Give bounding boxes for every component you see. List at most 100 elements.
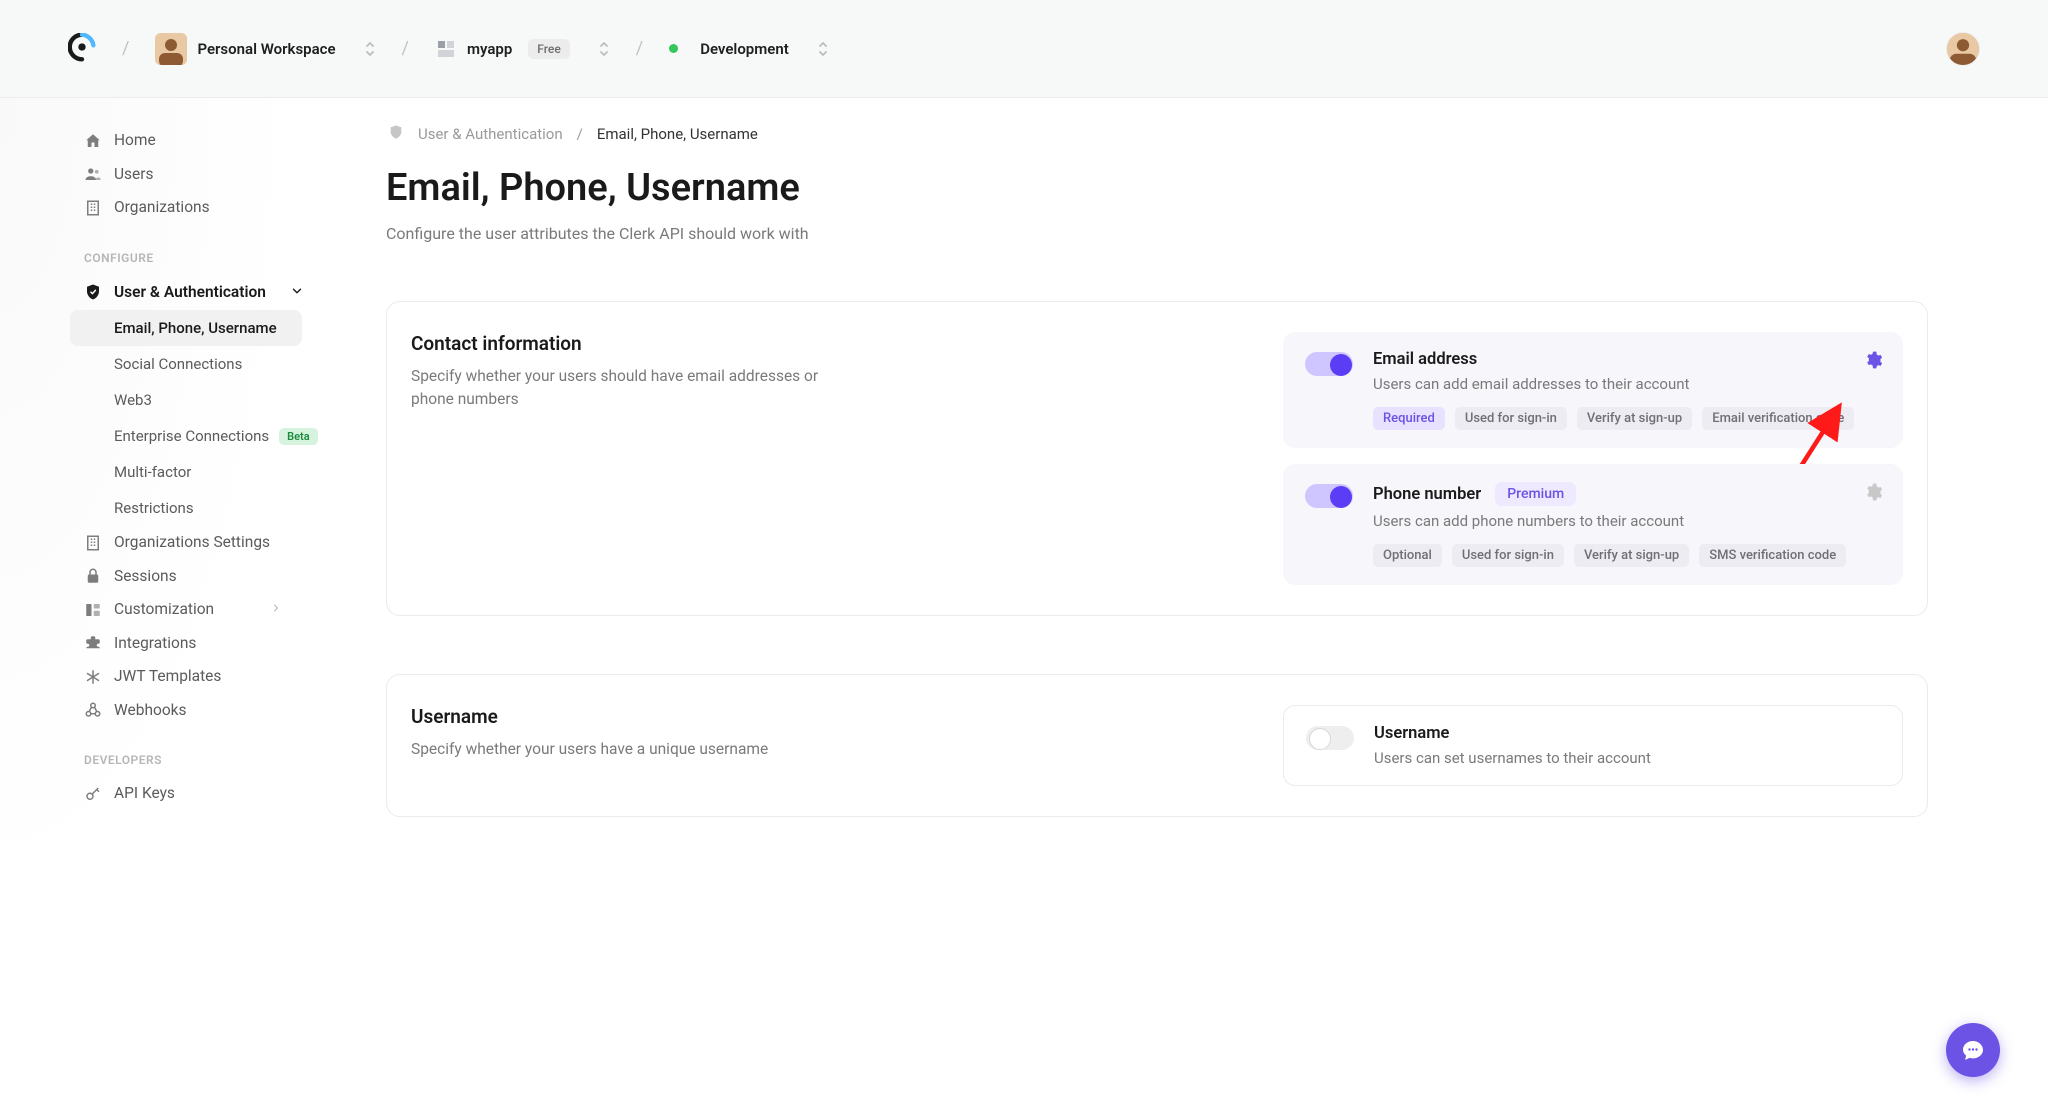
key-icon (84, 785, 102, 803)
sidebar-item-label: Organizations (84, 200, 210, 216)
phone-settings-gear[interactable] (1863, 482, 1883, 506)
workspace-selector[interactable]: Personal Workspace (155, 33, 375, 65)
sidebar-item-home[interactable]: Home (0, 124, 372, 158)
sidebar-sub-label: Multi-factor (114, 463, 191, 481)
email-setting-tile: Email address Users can add email addres… (1283, 332, 1903, 448)
content: User & Authentication / Email, Phone, Us… (372, 98, 2048, 1119)
building-icon (84, 199, 102, 217)
sidebar-sub-email-phone-username[interactable]: Email, Phone, Username (70, 310, 302, 346)
env-selector[interactable]: Development (669, 40, 829, 58)
page-subtitle: Configure the user attributes the Clerk … (386, 224, 1928, 243)
status-dot-icon (669, 44, 678, 53)
sidebar-item-organizations[interactable]: Organizations (0, 191, 372, 225)
username-card-desc: Specify whether your users have a unique… (411, 738, 831, 761)
email-tags: Required Used for sign-in Verify at sign… (1373, 407, 1881, 430)
phone-setting-title: Phone number (1373, 485, 1481, 504)
sidebar-item-integrations[interactable]: Integrations (0, 627, 372, 661)
username-card-title: Username (411, 705, 1233, 728)
breadcrumb-current: Email, Phone, Username (597, 125, 758, 143)
chat-fab-button[interactable] (1946, 1023, 2000, 1077)
sidebar-sub-restrictions[interactable]: Restrictions (0, 490, 372, 526)
tag: SMS verification code (1699, 544, 1846, 567)
user-avatar[interactable] (1946, 32, 1980, 66)
tag: Email verification code (1702, 407, 1854, 430)
username-setting-tile: Username Users can set usernames to thei… (1283, 705, 1903, 786)
username-toggle[interactable] (1306, 726, 1354, 750)
asterisk-icon (84, 668, 102, 686)
sidebar-sub-label: Enterprise Connections (114, 427, 269, 445)
sidebar-item-label: User & Authentication (84, 285, 266, 301)
chevron-right-icon (270, 602, 282, 618)
crumb-sep-icon: / (577, 125, 583, 143)
sidebar-group-configure: CONFIGURE (0, 225, 372, 275)
sidebar-sub-social-connections[interactable]: Social Connections (0, 346, 372, 382)
email-setting-title: Email address (1373, 350, 1477, 369)
shield-icon (388, 124, 404, 144)
home-icon (84, 132, 102, 150)
contact-card-desc: Specify whether your users should have e… (411, 365, 831, 412)
app-tile-icon (435, 38, 457, 60)
sidebar-item-customization[interactable]: Customization (0, 593, 372, 627)
shield-icon (84, 283, 102, 301)
workspace-avatar-icon (155, 33, 187, 65)
sidebar-sub-label: Web3 (114, 391, 152, 409)
username-card: Username Specify whether your users have… (386, 674, 1928, 817)
sidebar-item-org-settings[interactable]: Organizations Settings (0, 526, 372, 560)
breadcrumb-root[interactable]: User & Authentication (418, 125, 563, 143)
contact-card-title: Contact information (411, 332, 1233, 355)
email-settings-gear[interactable] (1863, 350, 1883, 374)
sidebar-item-user-auth[interactable]: User & Authentication (0, 275, 372, 311)
clerk-logo-icon (68, 33, 96, 65)
topbar: / Personal Workspace / myapp Free / Deve… (0, 0, 2048, 98)
phone-setting-tile: Phone number Premium Users can add phone… (1283, 464, 1903, 585)
tag: Verify at sign-up (1574, 544, 1689, 567)
phone-toggle[interactable] (1305, 484, 1353, 508)
selector-updown-icon (598, 40, 610, 58)
sidebar-group-developers: DEVELOPERS (0, 727, 372, 777)
email-toggle[interactable] (1305, 352, 1353, 376)
building-icon (84, 534, 102, 552)
sidebar: Home Users Organizations CONFIGURE User … (0, 98, 372, 1119)
sidebar-item-label: Organizations Settings (84, 535, 270, 551)
sidebar-item-webhooks[interactable]: Webhooks (0, 694, 372, 728)
users-icon (84, 165, 102, 183)
selector-updown-icon (364, 40, 376, 58)
phone-setting-desc: Users can add phone numbers to their acc… (1373, 512, 1881, 530)
contact-card: Contact information Specify whether your… (386, 301, 1928, 616)
sidebar-sub-web3[interactable]: Web3 (0, 382, 372, 418)
customization-icon (84, 601, 102, 619)
env-name: Development (700, 40, 789, 58)
sidebar-sub-multi-factor[interactable]: Multi-factor (0, 454, 372, 490)
phone-tags: Optional Used for sign-in Verify at sign… (1373, 544, 1881, 567)
sidebar-item-jwt[interactable]: JWT Templates (0, 660, 372, 694)
sidebar-sub-label: Restrictions (114, 499, 194, 517)
sidebar-item-label: JWT Templates (84, 669, 221, 685)
breadcrumb: User & Authentication / Email, Phone, Us… (386, 124, 1928, 144)
crumb-sep-icon: / (402, 38, 409, 59)
sidebar-item-label: Customization (84, 602, 214, 618)
tag: Used for sign-in (1455, 407, 1567, 430)
sidebar-item-sessions[interactable]: Sessions (0, 560, 372, 594)
premium-badge: Premium (1495, 482, 1576, 506)
tag: Required (1373, 407, 1445, 430)
sidebar-item-users[interactable]: Users (0, 158, 372, 192)
app-name: myapp (467, 40, 512, 58)
username-setting-desc: Users can set usernames to their account (1374, 749, 1880, 767)
sidebar-sub-label: Email, Phone, Username (114, 319, 277, 337)
lock-icon (84, 567, 102, 585)
crumb-sep-icon: / (122, 38, 129, 59)
webhook-icon (84, 701, 102, 719)
sidebar-sub-label: Social Connections (114, 355, 242, 373)
sidebar-sub-enterprise-connections[interactable]: Enterprise Connections Beta (0, 418, 372, 454)
crumb-sep-icon: / (636, 38, 643, 59)
page-title: Email, Phone, Username (386, 166, 1928, 210)
chevron-down-icon (290, 284, 304, 302)
selector-updown-icon (817, 40, 829, 58)
puzzle-icon (84, 634, 102, 652)
tag: Used for sign-in (1452, 544, 1564, 567)
sidebar-item-api-keys[interactable]: API Keys (0, 777, 372, 811)
app-selector[interactable]: myapp Free (435, 38, 610, 60)
plan-badge: Free (528, 39, 569, 59)
username-setting-title: Username (1374, 724, 1449, 743)
tag: Verify at sign-up (1577, 407, 1692, 430)
